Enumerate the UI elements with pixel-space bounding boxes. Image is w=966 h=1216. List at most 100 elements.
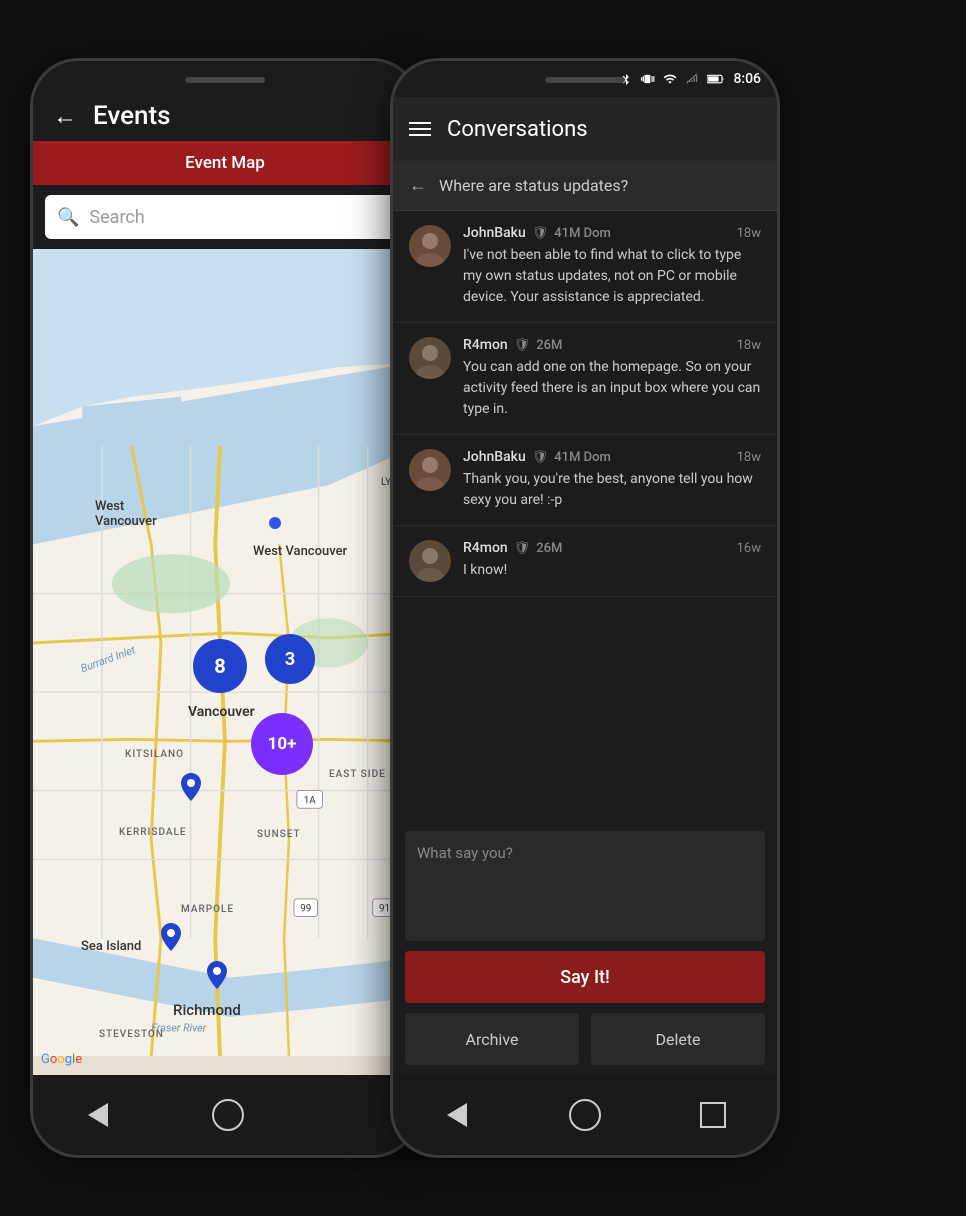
search-icon: 🔍 bbox=[57, 207, 79, 228]
message-3: JohnBaku 🛡 41M Dom 18w Thank you, you're… bbox=[393, 435, 777, 526]
home-icon bbox=[212, 1099, 244, 1131]
input-placeholder: What say you? bbox=[417, 844, 513, 862]
msg-content-3: JohnBaku 🛡 41M Dom 18w Thank you, you're… bbox=[463, 449, 761, 511]
message-input-area[interactable]: What say you? bbox=[405, 831, 765, 941]
wifi-icon bbox=[663, 72, 677, 86]
msg-text-2: You can add one on the homepage. So on y… bbox=[463, 357, 761, 420]
msg-meta-1: 41M Dom bbox=[554, 226, 611, 241]
right-home-button[interactable] bbox=[567, 1097, 603, 1133]
label-north-vancouver: West Vancouver bbox=[253, 544, 347, 559]
cluster-8[interactable]: 8 bbox=[193, 639, 247, 693]
scene: ← Events Event Map 🔍 Search bbox=[0, 0, 966, 1216]
right-back-button[interactable] bbox=[439, 1097, 475, 1133]
messages-scroll: JohnBaku 🛡 41M Dom 18w I've not been abl… bbox=[393, 211, 777, 821]
hamburger-menu-button[interactable] bbox=[409, 122, 431, 136]
svg-text:99: 99 bbox=[300, 904, 311, 915]
msg-header-1: JohnBaku 🛡 41M Dom 18w bbox=[463, 225, 761, 241]
event-map-bar[interactable]: Event Map bbox=[33, 141, 417, 185]
label-kitsilano: KITSILANO bbox=[125, 749, 184, 760]
archive-button[interactable]: Archive bbox=[405, 1013, 579, 1065]
battery-icon bbox=[707, 72, 725, 86]
msg-text-3: Thank you, you're the best, anyone tell … bbox=[463, 469, 761, 511]
map-dot-blue bbox=[269, 517, 281, 529]
back-arrow-icon[interactable]: ← bbox=[53, 102, 77, 131]
map-area: 1A 99 91 Burrard Inlet Fraser River West… bbox=[33, 249, 417, 1075]
shield-icon-4: 🛡 bbox=[514, 541, 531, 556]
msg-meta-3: 41M Dom bbox=[554, 450, 611, 465]
label-vancouver: Vancouver bbox=[188, 704, 255, 720]
shield-icon-3: 🛡 bbox=[532, 450, 549, 465]
msg-content-1: JohnBaku 🛡 41M Dom 18w I've not been abl… bbox=[463, 225, 761, 308]
message-2: R4mon 🛡 26M 18w You can add one on the h… bbox=[393, 323, 777, 435]
msg-time-4: 16w bbox=[737, 541, 761, 556]
phone-right: 8:06 Conversations ← Where are status up… bbox=[390, 58, 780, 1158]
label-west-vancouver: WestVancouver bbox=[95, 499, 157, 529]
left-nav-bar bbox=[33, 1075, 417, 1155]
svg-text:91: 91 bbox=[379, 904, 390, 915]
search-input[interactable]: Search bbox=[89, 207, 393, 228]
cluster-10plus[interactable]: 10+ bbox=[251, 713, 313, 775]
avatar-johnbaku-1 bbox=[409, 225, 451, 267]
status-time: 8:06 bbox=[733, 71, 761, 87]
map-pin-3 bbox=[207, 961, 227, 993]
right-screen-content: 8:06 Conversations ← Where are status up… bbox=[393, 61, 777, 1075]
event-map-label: Event Map bbox=[185, 153, 265, 173]
label-richmond: Richmond bbox=[173, 1001, 241, 1019]
conversations-header: Conversations bbox=[393, 97, 777, 161]
right-recents-button[interactable] bbox=[695, 1097, 731, 1133]
signal-icon bbox=[685, 72, 699, 86]
svg-text:1A: 1A bbox=[304, 795, 317, 806]
avatar-img-1 bbox=[409, 225, 451, 267]
left-header: ← Events bbox=[33, 61, 417, 141]
message-4: R4mon 🛡 26M 16w I know! bbox=[393, 526, 777, 597]
msg-header-4: R4mon 🛡 26M 16w bbox=[463, 540, 761, 556]
msg-time-2: 18w bbox=[737, 338, 761, 353]
map-pin-1 bbox=[181, 773, 201, 805]
msg-user-2: R4mon 🛡 26M bbox=[463, 337, 562, 353]
say-it-button[interactable]: Say It! bbox=[405, 951, 765, 1003]
left-screen-content: ← Events Event Map 🔍 Search bbox=[33, 61, 417, 1075]
msg-user-3: JohnBaku 🛡 41M Dom bbox=[463, 449, 611, 465]
msg-user-1: JohnBaku 🛡 41M Dom bbox=[463, 225, 611, 241]
phone-left: ← Events Event Map 🔍 Search bbox=[30, 58, 420, 1158]
avatar-johnbaku-2 bbox=[409, 449, 451, 491]
left-speaker bbox=[185, 77, 265, 83]
avatar-r4mon-2 bbox=[409, 540, 451, 582]
label-east-side: EAST SIDE bbox=[329, 769, 386, 780]
label-marpole: MARPOLE bbox=[181, 904, 234, 915]
topic-back-button[interactable]: ← bbox=[409, 175, 427, 196]
topic-bar: ← Where are status updates? bbox=[393, 161, 777, 211]
topic-text: Where are status updates? bbox=[439, 176, 628, 195]
cluster-3[interactable]: 3 bbox=[265, 634, 315, 684]
msg-header-3: JohnBaku 🛡 41M Dom 18w bbox=[463, 449, 761, 465]
events-title: Events bbox=[93, 101, 171, 131]
search-bar: 🔍 Search bbox=[45, 195, 405, 239]
avatar-img-3 bbox=[409, 449, 451, 491]
msg-content-4: R4mon 🛡 26M 16w I know! bbox=[463, 540, 761, 581]
msg-text-4: I know! bbox=[463, 560, 761, 581]
right-back-icon bbox=[447, 1103, 467, 1127]
msg-text-1: I've not been able to find what to click… bbox=[463, 245, 761, 308]
google-logo: Google bbox=[41, 1052, 82, 1067]
avatar-img-2 bbox=[409, 337, 451, 379]
left-recents-button[interactable] bbox=[340, 1100, 370, 1130]
delete-button[interactable]: Delete bbox=[591, 1013, 765, 1065]
vibrate-icon bbox=[641, 72, 655, 86]
back-icon bbox=[88, 1103, 108, 1127]
msg-content-2: R4mon 🛡 26M 18w You can add one on the h… bbox=[463, 337, 761, 420]
avatar-r4mon-1 bbox=[409, 337, 451, 379]
label-sunset: SUNSET bbox=[257, 829, 301, 840]
left-home-button[interactable] bbox=[210, 1097, 246, 1133]
left-back-button[interactable] bbox=[80, 1097, 116, 1133]
msg-meta-4: 26M bbox=[536, 541, 562, 556]
msg-meta-2: 26M bbox=[536, 338, 562, 353]
msg-user-4: R4mon 🛡 26M bbox=[463, 540, 562, 556]
msg-time-3: 18w bbox=[737, 450, 761, 465]
label-steveston: STEVESTON bbox=[99, 1029, 164, 1040]
label-sea-island: Sea Island bbox=[81, 939, 141, 954]
right-nav-bar bbox=[393, 1075, 777, 1155]
label-kerrisdale: KERRISDALE bbox=[119, 827, 187, 838]
left-screen: ← Events Event Map 🔍 Search bbox=[33, 61, 417, 1155]
right-home-icon bbox=[569, 1099, 601, 1131]
shield-icon-1: 🛡 bbox=[532, 226, 549, 241]
